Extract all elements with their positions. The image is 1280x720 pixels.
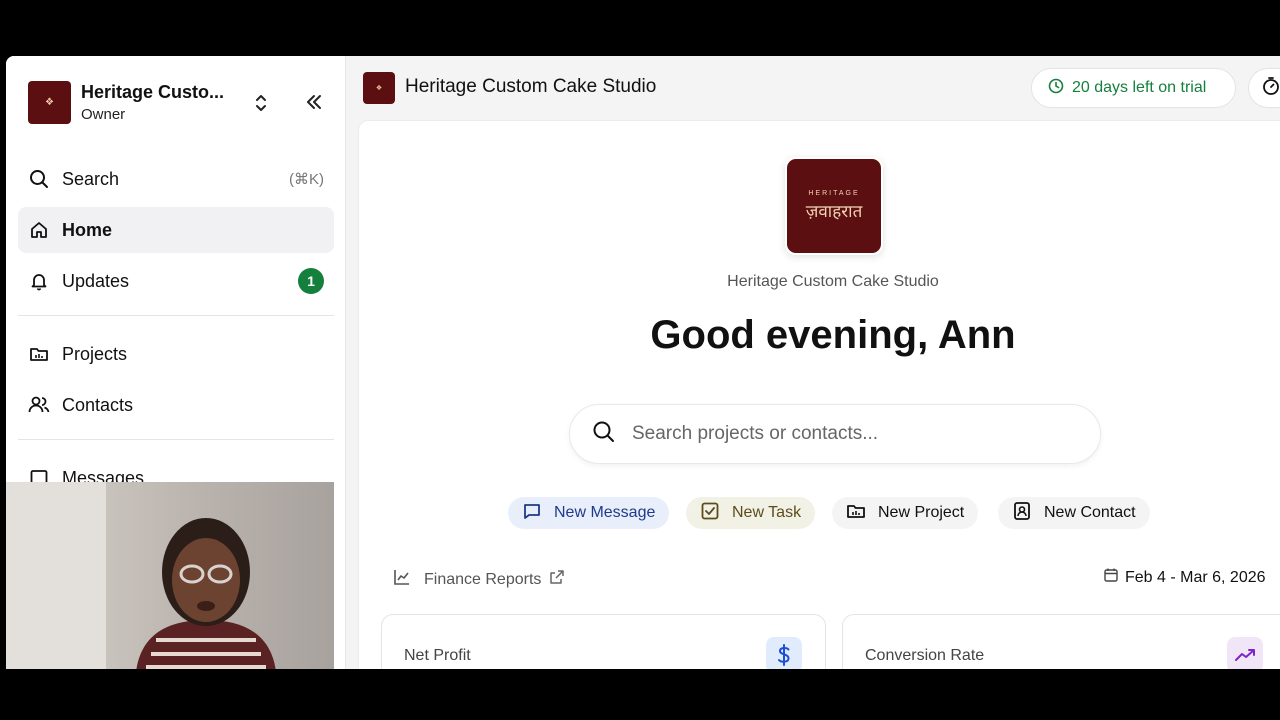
users-icon bbox=[28, 394, 50, 416]
sidebar-item-home[interactable]: Home bbox=[18, 207, 334, 253]
quick-action-label: New Task bbox=[732, 504, 802, 521]
sidebar-divider bbox=[18, 439, 334, 440]
sidebar: ❖ Heritage Custo... Owner Search (⌘K) Ho… bbox=[6, 56, 346, 669]
date-range-picker[interactable]: Feb 4 - Mar 6, 2026 bbox=[1103, 567, 1266, 588]
finance-reports-label: Finance Reports bbox=[424, 570, 542, 588]
new-message-button[interactable]: New Message bbox=[508, 497, 670, 529]
check-square-icon bbox=[700, 501, 720, 526]
net-profit-card[interactable]: Net Profit bbox=[381, 614, 826, 669]
sidebar-item-label: Projects bbox=[62, 343, 128, 364]
new-contact-button[interactable]: New Contact bbox=[998, 497, 1150, 529]
quick-action-label: New Message bbox=[554, 504, 656, 521]
chevrons-up-down-icon[interactable] bbox=[252, 92, 270, 114]
top-bar: ❖ Heritage Custom Cake Studio 20 days le… bbox=[346, 56, 1280, 120]
conversion-rate-card[interactable]: Conversion Rate bbox=[842, 614, 1280, 669]
search-shortcut-hint: (⌘K) bbox=[289, 171, 324, 188]
date-range-text: Feb 4 - Mar 6, 2026 bbox=[1125, 568, 1266, 586]
message-icon bbox=[522, 501, 542, 526]
external-link-icon bbox=[549, 569, 565, 590]
logo-caption: HERITAGE bbox=[808, 190, 860, 197]
page-title: Heritage Custom Cake Studio bbox=[405, 76, 657, 97]
calendar-icon bbox=[1103, 567, 1119, 588]
studio-logo: HERITAGE ज़वाहरात bbox=[785, 157, 883, 255]
card-title: Conversion Rate bbox=[865, 647, 985, 664]
home-panel: HERITAGE ज़वाहरात Heritage Custom Cake S… bbox=[358, 120, 1280, 669]
home-icon bbox=[28, 219, 50, 241]
workspace-role: Owner bbox=[81, 105, 126, 123]
search-bar[interactable] bbox=[569, 404, 1101, 464]
sidebar-item-label: Home bbox=[62, 219, 113, 240]
timer-button[interactable] bbox=[1248, 68, 1280, 108]
sidebar-item-label: Search bbox=[62, 168, 120, 189]
finance-reports-link[interactable]: Finance Reports bbox=[392, 567, 565, 592]
new-task-button[interactable]: New Task bbox=[686, 497, 816, 529]
video-letterbox-top bbox=[0, 0, 1280, 50]
trial-days-text: 20 days left on trial bbox=[1072, 79, 1207, 96]
app-window: ❖ Heritage Custo... Owner Search (⌘K) Ho… bbox=[6, 56, 1280, 669]
brand-logo: ❖ bbox=[363, 72, 395, 104]
quick-action-label: New Contact bbox=[1044, 504, 1136, 521]
sidebar-item-label: Contacts bbox=[62, 394, 134, 415]
workspace-logo: ❖ bbox=[28, 80, 71, 124]
video-letterbox-bottom bbox=[0, 669, 1280, 720]
workspace-name: Heritage Custo... bbox=[81, 81, 225, 102]
folder-icon bbox=[28, 343, 50, 365]
webcam-person-image bbox=[136, 518, 276, 669]
sidebar-item-projects[interactable]: Projects bbox=[18, 331, 334, 377]
contact-card-icon bbox=[1012, 501, 1032, 526]
collapse-sidebar-icon[interactable] bbox=[302, 90, 326, 114]
card-title: Net Profit bbox=[404, 647, 471, 664]
sidebar-item-label: Updates bbox=[62, 270, 130, 291]
dollar-icon bbox=[766, 637, 802, 669]
workspace-switcher[interactable]: ❖ Heritage Custo... Owner bbox=[28, 80, 328, 124]
trending-up-icon bbox=[1227, 637, 1263, 669]
sidebar-divider bbox=[18, 315, 334, 316]
sidebar-item-contacts[interactable]: Contacts bbox=[18, 382, 334, 428]
folder-icon bbox=[846, 501, 866, 526]
new-project-button[interactable]: New Project bbox=[832, 497, 979, 529]
sidebar-item-search[interactable]: Search (⌘K) bbox=[18, 156, 334, 202]
quick-action-label: New Project bbox=[878, 504, 965, 521]
webcam-overlay bbox=[6, 482, 334, 669]
greeting-heading: Good evening, Ann bbox=[650, 313, 1016, 357]
studio-name: Heritage Custom Cake Studio bbox=[727, 273, 939, 290]
line-chart-icon bbox=[392, 567, 412, 592]
trial-status-button[interactable]: 20 days left on trial bbox=[1031, 68, 1236, 108]
clock-icon bbox=[1048, 78, 1064, 99]
search-icon bbox=[592, 420, 616, 449]
bell-icon bbox=[28, 270, 50, 292]
search-input[interactable] bbox=[632, 423, 1052, 445]
search-icon bbox=[28, 168, 50, 190]
webcam-background bbox=[6, 482, 106, 669]
stopwatch-icon bbox=[1261, 76, 1280, 101]
updates-count-badge: 1 bbox=[298, 268, 324, 294]
logo-wordmark: ज़वाहरात bbox=[805, 202, 863, 222]
sidebar-item-updates[interactable]: Updates 1 bbox=[18, 258, 334, 304]
